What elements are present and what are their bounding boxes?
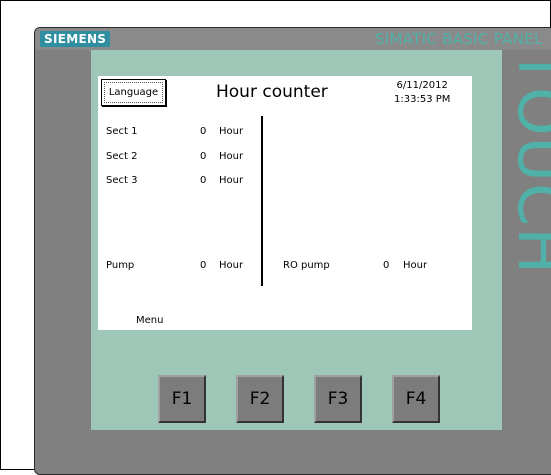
language-button[interactable]: Language [101, 79, 166, 106]
time-text: 1:33:53 PM [394, 94, 451, 105]
model-label: SIMATIC BASIC PANEL [375, 30, 543, 48]
ro-pump-label: RO pump [283, 260, 330, 271]
sect-2-label: Sect 2 [106, 151, 138, 162]
brand-logo: SIEMENS [40, 31, 111, 47]
ro-pump-unit: Hour [403, 260, 428, 271]
pump-label: Pump [106, 260, 135, 271]
sect-3-label: Sect 3 [106, 175, 138, 186]
panel-bezel: SIEMENS SIMATIC BASIC PANEL TOUCH Langua… [34, 27, 551, 475]
screen-title: Hour counter [216, 82, 328, 102]
column-divider [261, 116, 263, 286]
f3-key[interactable]: F3 [314, 375, 362, 423]
sect-3-value: 0 [200, 175, 207, 186]
f2-key[interactable]: F2 [236, 375, 284, 423]
f4-key[interactable]: F4 [392, 375, 440, 423]
date-text: 6/11/2012 [396, 80, 448, 91]
hmi-screen: Language Hour counter 6/11/2012 1:33:53 … [98, 76, 472, 330]
ro-pump-value: 0 [383, 260, 390, 271]
datetime-display: 6/11/2012 1:33:53 PM [394, 79, 450, 107]
sect-3-unit: Hour [219, 175, 244, 186]
f1-key[interactable]: F1 [158, 375, 206, 423]
sect-1-label: Sect 1 [106, 126, 138, 137]
sect-2-unit: Hour [219, 151, 244, 162]
sect-2-value: 0 [200, 151, 207, 162]
sect-1-value: 0 [200, 126, 207, 137]
sect-1-unit: Hour [219, 126, 244, 137]
menu-label[interactable]: Menu [136, 315, 163, 326]
touch-label: TOUCH [504, 48, 551, 275]
pump-unit: Hour [219, 260, 244, 271]
window-frame: SIEMENS SIMATIC BASIC PANEL TOUCH Langua… [0, 0, 551, 475]
pump-value: 0 [200, 260, 207, 271]
